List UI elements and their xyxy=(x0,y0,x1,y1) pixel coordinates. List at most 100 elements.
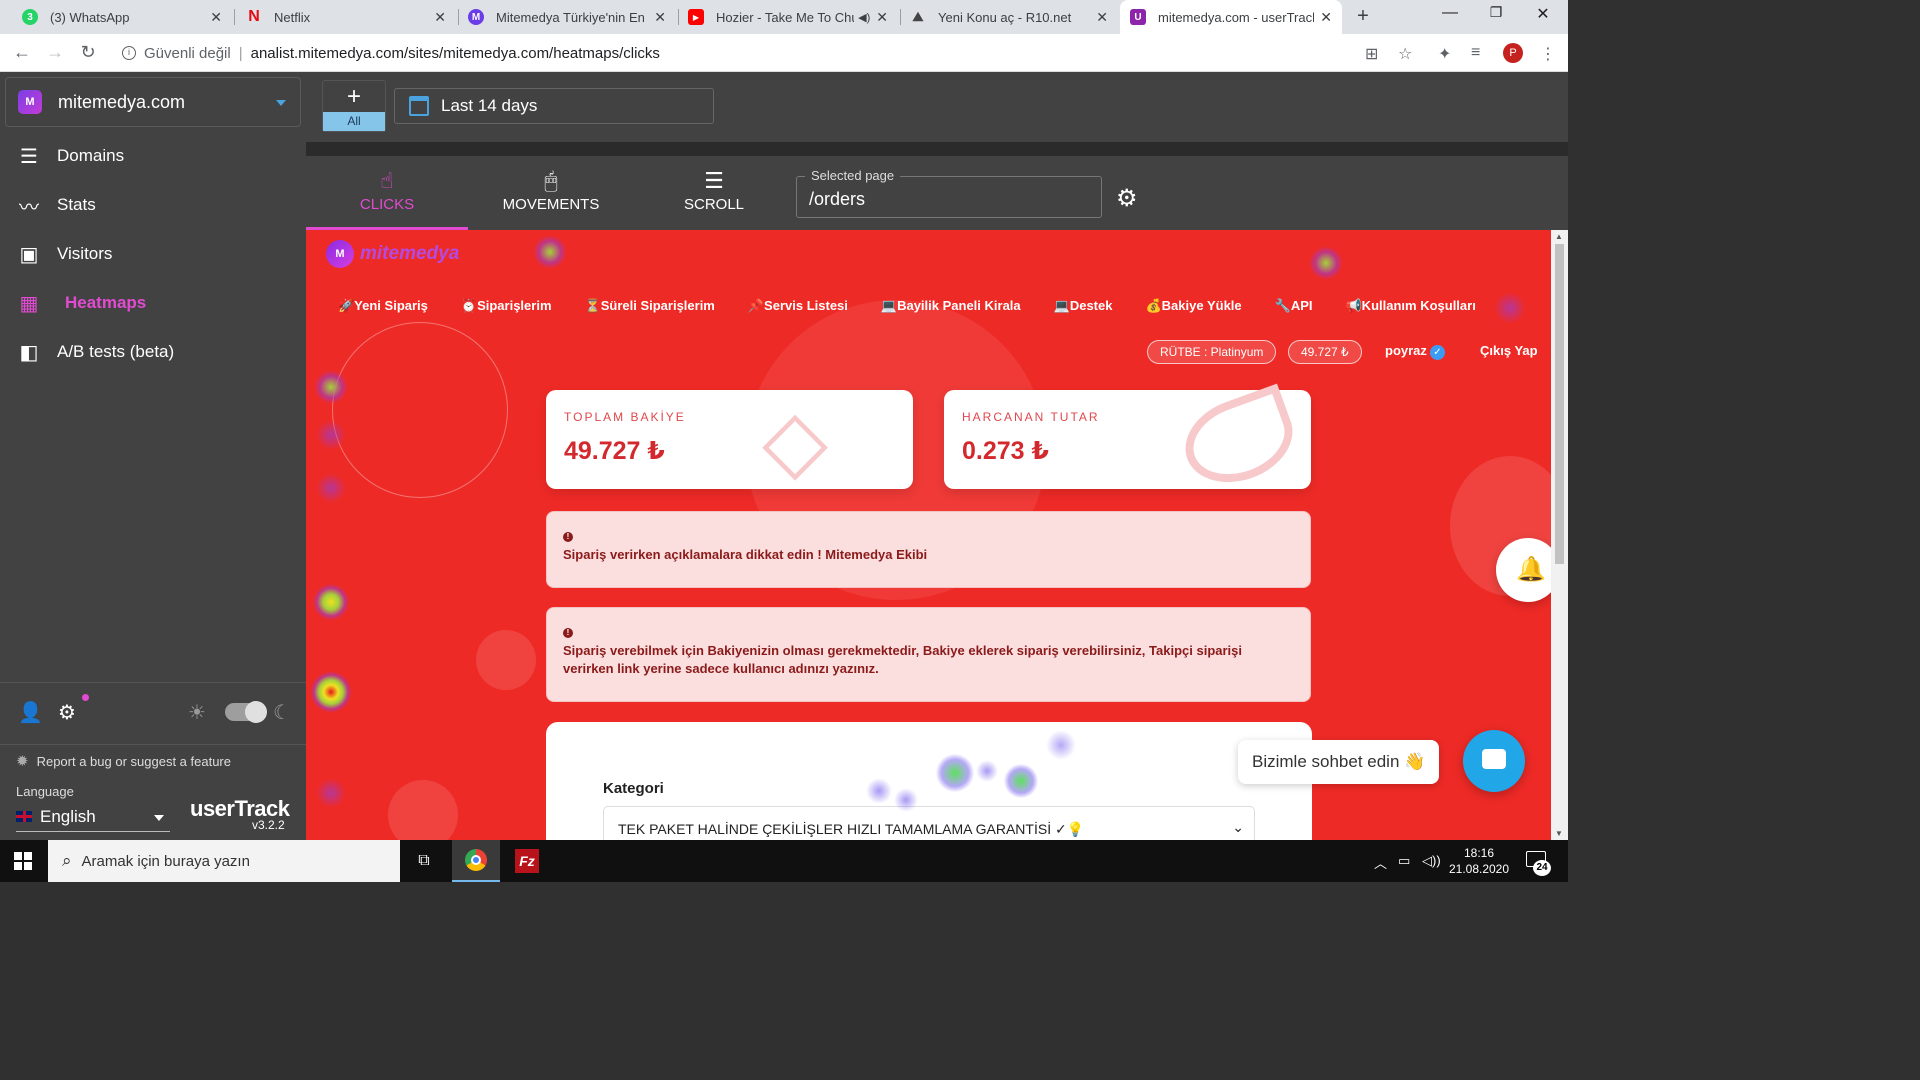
site-nav-service-list[interactable]: 📌Servis Listesi xyxy=(748,298,848,314)
new-tab-button[interactable]: + xyxy=(1352,5,1374,27)
sidebar-item-heatmaps[interactable]: ▦ Heatmaps xyxy=(0,281,306,325)
date-range-picker[interactable]: Last 14 days xyxy=(394,88,714,124)
tab-movements[interactable]: 🖱 MOVEMENTS xyxy=(470,156,632,230)
browser-tab-youtube[interactable]: ▶ Hozier - Take Me To Chur ◀) ✕ xyxy=(678,0,898,34)
rocket-icon xyxy=(1173,383,1305,497)
tab-title: (3) WhatsApp xyxy=(50,9,130,25)
heatmap-spot xyxy=(866,778,892,804)
minimize-icon[interactable]: — xyxy=(1427,4,1473,22)
selected-page-field[interactable]: Selected page /orders xyxy=(796,168,1102,218)
date-range-label: Last 14 days xyxy=(441,96,538,115)
url-field[interactable]: i Güvenli değil | analist.mitemedya.com/… xyxy=(112,38,1402,68)
report-label: Report a bug or suggest a feature xyxy=(36,753,231,769)
tab-scroll[interactable]: ☰ SCROLL xyxy=(633,156,795,230)
heatmap-spot xyxy=(894,788,918,812)
theme-toggle[interactable] xyxy=(225,701,267,723)
taskbar-chrome[interactable] xyxy=(452,840,500,882)
scroll-thumb[interactable] xyxy=(1555,244,1564,564)
settings-gear-icon[interactable]: ⚙ xyxy=(58,700,76,725)
task-view-icon[interactable]: ⧉ xyxy=(400,840,448,882)
media-icon[interactable]: ≡ xyxy=(1471,44,1480,62)
heatmap-spot xyxy=(1309,246,1343,280)
mitemedya-logo[interactable]: M mitemedya xyxy=(326,240,459,268)
notification-bell-button[interactable]: 🔔 xyxy=(1496,538,1551,602)
info-icon[interactable]: i xyxy=(122,46,136,60)
taskbar-filezilla[interactable]: Fz xyxy=(503,840,551,882)
profile-avatar[interactable]: P xyxy=(1503,43,1523,63)
chat-prompt[interactable]: Bizimle sohbet edin 👋 xyxy=(1238,740,1440,784)
bug-icon: ✹ xyxy=(16,753,29,770)
bookmark-star-icon[interactable]: ☆ xyxy=(1398,44,1412,64)
close-icon[interactable]: ✕ xyxy=(1320,9,1332,26)
site-nav-timed-orders[interactable]: ⏳Süreli Siparişlerim xyxy=(585,298,715,314)
extensions-icon[interactable]: ✦ xyxy=(1438,44,1451,64)
browser-tab-whatsapp[interactable]: 3 (3) WhatsApp ✕ xyxy=(12,0,232,34)
site-nav-reseller[interactable]: 💻Bayilik Paneli Kirala xyxy=(881,298,1021,314)
site-selector[interactable]: M mitemedya.com xyxy=(5,77,301,127)
sidebar-item-label: A/B tests (beta) xyxy=(57,342,175,361)
info-icon: ! xyxy=(563,628,573,638)
rank-badge: RÜTBE : Platinyum xyxy=(1147,340,1277,364)
clock-time: 18:16 xyxy=(1463,846,1495,860)
browser-tab-r10[interactable]: ⛰ Yeni Konu aç - R10.net ✕ xyxy=(900,0,1118,34)
heatmap-spot xyxy=(316,473,346,503)
add-segment-button[interactable]: + All xyxy=(322,80,386,132)
site-nav-add-balance[interactable]: 💰Bakiye Yükle xyxy=(1145,298,1241,314)
browser-tab-usertrack[interactable]: U mitemedya.com - userTrack ✕ xyxy=(1120,0,1342,34)
browser-tab-mitemedya[interactable]: M Mitemedya Türkiye'nin En Bü ✕ xyxy=(458,0,676,34)
list-icon: ☰ xyxy=(20,145,38,168)
network-icon[interactable]: ▭ xyxy=(1398,853,1410,869)
taskbar-clock[interactable]: 18:16 21.08.2020 xyxy=(1440,845,1518,877)
language-label: Language xyxy=(16,784,74,799)
scroll-down-icon[interactable]: ▼ xyxy=(1555,829,1563,838)
close-icon[interactable]: ✕ xyxy=(210,9,222,26)
chat-button[interactable] xyxy=(1463,730,1525,792)
site-nav-support[interactable]: 💻Destek xyxy=(1054,298,1113,314)
sidebar-item-ab-tests[interactable]: ◧ A/B tests (beta) xyxy=(0,330,306,374)
username[interactable]: poyraz ✓ xyxy=(1385,343,1445,360)
restore-icon[interactable]: ❐ xyxy=(1473,4,1519,21)
diamond-icon: ◇ xyxy=(762,393,829,489)
mitemedya-icon: M xyxy=(468,9,484,25)
site-nav-api[interactable]: 🔧API xyxy=(1275,298,1313,314)
site-nav-orders[interactable]: ⏰Siparişlerim xyxy=(461,298,552,314)
reload-icon[interactable]: ↻ xyxy=(77,42,99,63)
scroll-up-icon[interactable]: ▲ xyxy=(1555,232,1563,241)
site-name: mitemedya.com xyxy=(58,91,186,112)
report-bug-link[interactable]: ✹ Report a bug or suggest a feature xyxy=(16,752,231,770)
tab-clicks[interactable]: ☝ CLICKS xyxy=(306,156,468,230)
close-icon[interactable]: ✕ xyxy=(876,9,888,26)
browser-tab-netflix[interactable]: N Netflix ✕ xyxy=(236,0,456,34)
close-icon[interactable]: ✕ xyxy=(434,9,446,26)
preview-scrollbar[interactable]: ▲ ▼ xyxy=(1551,230,1568,840)
sun-icon: ☀ xyxy=(188,702,206,724)
translate-icon[interactable]: ⊞ xyxy=(1365,44,1378,64)
forward-icon[interactable]: → xyxy=(44,42,66,63)
speaker-icon[interactable]: ◀) xyxy=(858,11,870,24)
sidebar-item-stats[interactable]: 〰 Stats xyxy=(0,183,306,227)
close-icon[interactable]: ✕ xyxy=(1096,9,1108,26)
back-icon[interactable]: ← xyxy=(11,42,33,63)
taskbar-search[interactable]: ⌕ Aramak için buraya yazın xyxy=(48,840,400,882)
heatmap-spot xyxy=(1004,764,1038,798)
menu-dots-icon[interactable]: ⋮ xyxy=(1540,44,1556,64)
sidebar-item-visitors[interactable]: ▣ Visitors xyxy=(0,232,306,276)
category-select[interactable]: TEK PAKET HALİNDE ÇEKİLİŞLER HIZLI TAMAM… xyxy=(603,806,1255,840)
visitors-icon: ▣ xyxy=(19,243,39,266)
close-icon[interactable]: ✕ xyxy=(654,9,666,26)
volume-icon[interactable]: ◁)) xyxy=(1422,853,1441,869)
tab-title: Netflix xyxy=(274,9,311,25)
site-nav-new-order[interactable]: 🚀Yeni Sipariş xyxy=(338,298,428,314)
windows-start-icon[interactable] xyxy=(14,852,32,870)
site-nav-terms[interactable]: 📢Kullanım Koşulları xyxy=(1346,298,1476,314)
sidebar-item-domains[interactable]: ☰ Domains xyxy=(0,134,306,178)
user-icon[interactable]: 👤 xyxy=(18,700,43,725)
window-close-icon[interactable]: ✕ xyxy=(1520,4,1566,24)
language-select[interactable]: English xyxy=(16,802,170,832)
logout-link[interactable]: Çıkış Yap xyxy=(1480,343,1538,358)
heatmap-settings-icon[interactable]: ⚙ xyxy=(1116,184,1138,213)
search-icon: ⌕ xyxy=(62,851,72,870)
category-label: Kategori xyxy=(603,780,664,797)
tray-chevron-up-icon[interactable]: ︿ xyxy=(1374,853,1387,872)
tab-title: mitemedya.com - userTrack xyxy=(1158,9,1315,25)
